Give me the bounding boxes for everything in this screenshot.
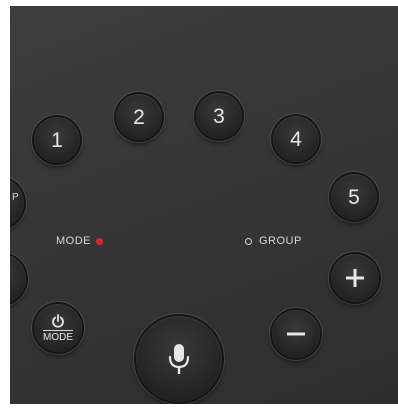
number-5-label: 5 <box>348 185 360 209</box>
power-mode-divider <box>43 329 73 331</box>
mode-indicator-label: MODE <box>56 235 91 247</box>
group-indicator: GROUP <box>245 235 302 247</box>
partial-left-button[interactable] <box>10 254 26 304</box>
number-3-button[interactable]: 3 <box>196 93 242 139</box>
number-1-button[interactable]: 1 <box>34 117 80 163</box>
group-indicator-label: GROUP <box>259 235 302 247</box>
mode-status-dot <box>96 237 103 245</box>
partial-group-button[interactable] <box>10 178 24 228</box>
number-4-label: 4 <box>290 127 302 151</box>
voice-button[interactable] <box>136 316 222 402</box>
mode-indicator: MODE <box>56 235 103 247</box>
volume-down-button[interactable] <box>272 310 320 358</box>
plus-icon <box>346 269 364 287</box>
group-status-dot <box>245 237 252 245</box>
volume-up-button[interactable] <box>331 254 379 302</box>
number-1-label: 1 <box>51 128 63 152</box>
power-mode-stack: MODE <box>43 313 73 343</box>
microphone-icon <box>168 344 190 374</box>
power-mode-button[interactable]: MODE <box>34 304 82 352</box>
minus-icon <box>287 332 305 336</box>
number-2-button[interactable]: 2 <box>116 94 162 140</box>
number-2-label: 2 <box>133 105 145 129</box>
number-5-button[interactable]: 5 <box>331 174 377 220</box>
power-icon <box>52 313 64 328</box>
partial-group-label: P <box>12 192 19 203</box>
remote-control-panel: P 1 2 3 4 5 MODE GROUP MODE <box>10 6 398 404</box>
power-mode-label: MODE <box>43 331 73 343</box>
number-3-label: 3 <box>213 104 225 128</box>
number-4-button[interactable]: 4 <box>273 116 319 162</box>
